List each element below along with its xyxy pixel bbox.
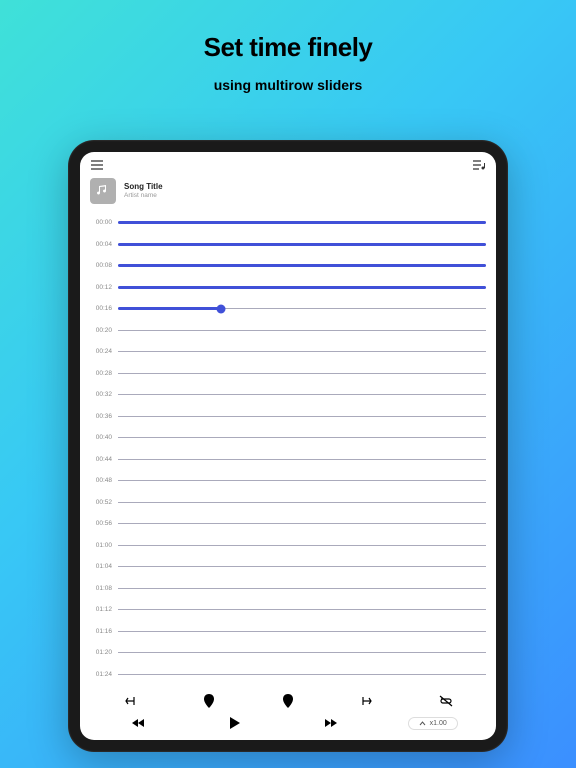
time-label: 00:20 bbox=[90, 327, 112, 334]
time-label: 00:28 bbox=[90, 370, 112, 377]
time-label: 00:40 bbox=[90, 434, 112, 441]
time-label: 00:24 bbox=[90, 348, 112, 355]
slider-row[interactable]: 00:40 bbox=[90, 427, 486, 449]
song-info: Song Title Artist name bbox=[80, 174, 496, 210]
slider-track[interactable] bbox=[118, 416, 486, 417]
slider-row[interactable]: 00:48 bbox=[90, 470, 486, 492]
time-label: 00:44 bbox=[90, 456, 112, 463]
slider-track[interactable] bbox=[118, 373, 486, 374]
slider-track[interactable] bbox=[118, 674, 486, 675]
time-label: 00:36 bbox=[90, 413, 112, 420]
slider-row[interactable]: 00:28 bbox=[90, 363, 486, 385]
album-art-placeholder bbox=[90, 178, 116, 204]
slider-row[interactable]: 00:44 bbox=[90, 449, 486, 471]
slider-track[interactable] bbox=[118, 459, 486, 460]
slider-track[interactable] bbox=[118, 609, 486, 610]
chevron-up-icon bbox=[419, 721, 426, 726]
playlist-icon[interactable] bbox=[472, 158, 486, 172]
song-title: Song Title bbox=[124, 183, 163, 192]
slider-row[interactable]: 01:04 bbox=[90, 556, 486, 578]
slider-track[interactable] bbox=[118, 287, 486, 288]
time-label: 01:12 bbox=[90, 606, 112, 613]
rewind-button[interactable] bbox=[118, 718, 158, 728]
speed-label: x1.00 bbox=[430, 720, 447, 727]
time-label: 00:16 bbox=[90, 305, 112, 312]
slider-track[interactable] bbox=[118, 631, 486, 632]
marker-b-button[interactable] bbox=[268, 694, 308, 708]
slider-track[interactable] bbox=[118, 480, 486, 481]
slider-row[interactable]: 01:24 bbox=[90, 664, 486, 686]
slider-fill bbox=[118, 307, 221, 310]
play-button[interactable] bbox=[215, 716, 255, 730]
slider-row[interactable]: 00:00 bbox=[90, 212, 486, 234]
slider-track[interactable] bbox=[118, 244, 486, 245]
slider-row[interactable]: 00:08 bbox=[90, 255, 486, 277]
slider-track[interactable] bbox=[118, 588, 486, 589]
slider-row[interactable]: 00:16 bbox=[90, 298, 486, 320]
slider-fill bbox=[118, 243, 486, 246]
time-label: 01:16 bbox=[90, 628, 112, 635]
bottom-controls: x1.00 bbox=[80, 688, 496, 740]
top-bar bbox=[80, 152, 496, 174]
slider-thumb[interactable] bbox=[217, 304, 226, 313]
slider-track[interactable] bbox=[118, 523, 486, 524]
playback-speed-button[interactable]: x1.00 bbox=[408, 717, 458, 730]
menu-icon[interactable] bbox=[90, 158, 104, 172]
slider-row[interactable]: 00:20 bbox=[90, 320, 486, 342]
slider-row[interactable]: 01:16 bbox=[90, 621, 486, 643]
slider-row[interactable]: 01:20 bbox=[90, 642, 486, 664]
marker-a-button[interactable] bbox=[189, 694, 229, 708]
slider-row[interactable]: 00:36 bbox=[90, 406, 486, 428]
time-label: 00:32 bbox=[90, 391, 112, 398]
time-label: 01:00 bbox=[90, 542, 112, 549]
loop-toggle-button[interactable] bbox=[426, 695, 466, 707]
hero-title: Set time finely bbox=[0, 0, 576, 63]
time-label: 01:24 bbox=[90, 671, 112, 678]
multirow-sliders: 00:00 00:04 00:08 00:12 00:16 00:20 00:24 00:28… bbox=[80, 210, 496, 688]
time-label: 01:20 bbox=[90, 649, 112, 656]
slider-track[interactable] bbox=[118, 222, 486, 223]
loop-start-button[interactable] bbox=[110, 695, 150, 707]
tablet-frame: Song Title Artist name 00:0000:0400:0800… bbox=[68, 140, 508, 752]
slider-track[interactable] bbox=[118, 265, 486, 266]
slider-row[interactable]: 00:24 bbox=[90, 341, 486, 363]
hero-subtitle: using multirow sliders bbox=[0, 77, 576, 93]
slider-track[interactable] bbox=[118, 351, 486, 352]
app-screen: Song Title Artist name 00:0000:0400:0800… bbox=[80, 152, 496, 740]
slider-row[interactable]: 01:12 bbox=[90, 599, 486, 621]
time-label: 00:12 bbox=[90, 284, 112, 291]
slider-row[interactable]: 01:00 bbox=[90, 535, 486, 557]
loop-end-button[interactable] bbox=[347, 695, 387, 707]
slider-track[interactable] bbox=[118, 394, 486, 395]
time-label: 00:04 bbox=[90, 241, 112, 248]
slider-row[interactable]: 00:04 bbox=[90, 234, 486, 256]
slider-track[interactable] bbox=[118, 566, 486, 567]
slider-row[interactable]: 00:56 bbox=[90, 513, 486, 535]
time-label: 00:00 bbox=[90, 219, 112, 226]
time-label: 00:08 bbox=[90, 262, 112, 269]
slider-track[interactable] bbox=[118, 502, 486, 503]
slider-row[interactable]: 01:08 bbox=[90, 578, 486, 600]
time-label: 00:48 bbox=[90, 477, 112, 484]
forward-button[interactable] bbox=[311, 718, 351, 728]
time-label: 00:56 bbox=[90, 520, 112, 527]
slider-track[interactable] bbox=[118, 437, 486, 438]
slider-track[interactable] bbox=[118, 545, 486, 546]
artist-name: Artist name bbox=[124, 192, 163, 199]
slider-row[interactable]: 00:52 bbox=[90, 492, 486, 514]
time-label: 00:52 bbox=[90, 499, 112, 506]
slider-row[interactable]: 00:32 bbox=[90, 384, 486, 406]
slider-fill bbox=[118, 264, 486, 267]
slider-row[interactable]: 00:12 bbox=[90, 277, 486, 299]
time-label: 01:08 bbox=[90, 585, 112, 592]
slider-track[interactable] bbox=[118, 330, 486, 331]
slider-fill bbox=[118, 286, 486, 289]
slider-fill bbox=[118, 221, 486, 224]
slider-track[interactable] bbox=[118, 308, 486, 309]
time-label: 01:04 bbox=[90, 563, 112, 570]
slider-track[interactable] bbox=[118, 652, 486, 653]
